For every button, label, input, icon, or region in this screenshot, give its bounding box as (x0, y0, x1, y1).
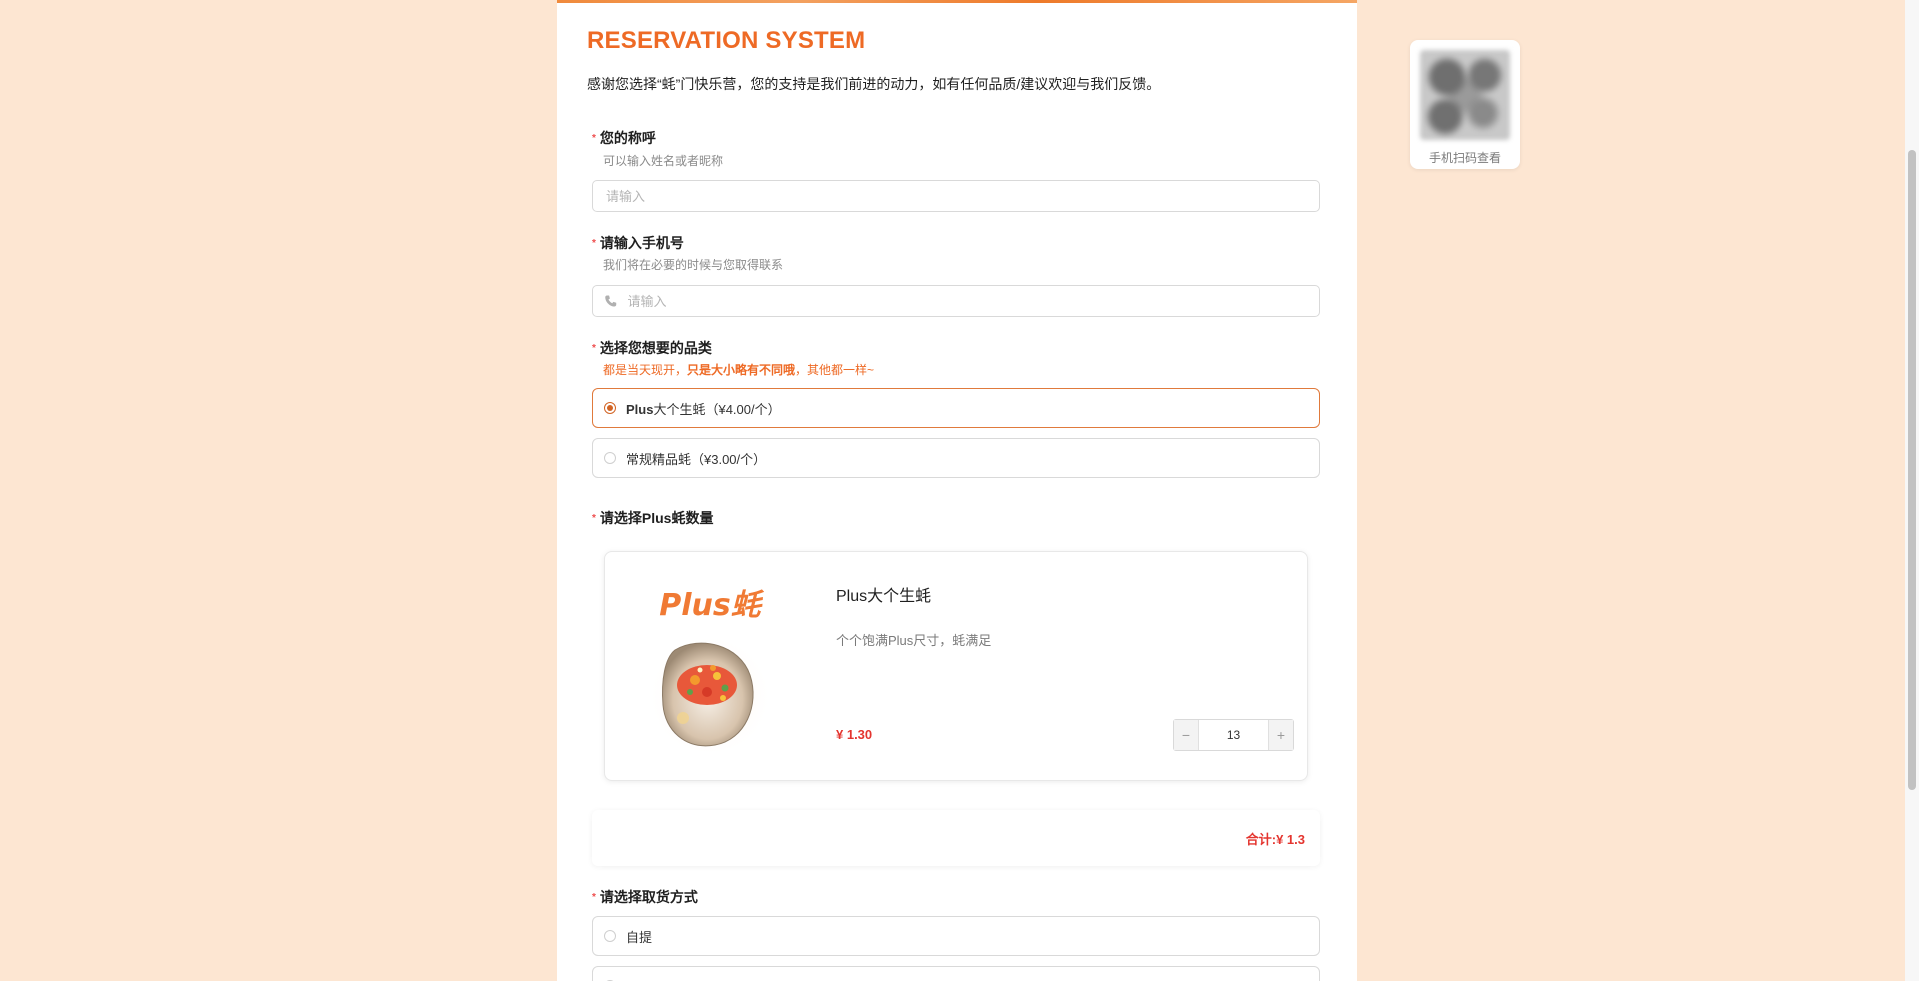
top-decorative-strip (557, 0, 1357, 3)
form-card: RESERVATION SYSTEM 感谢您选择“蚝”门快乐营，您的支持是我们前… (557, 0, 1357, 981)
option-label-rest: 大个生蚝（¥4.00/个） (653, 401, 781, 417)
page-title: RESERVATION SYSTEM (587, 27, 866, 54)
decrement-button[interactable]: − (1174, 720, 1199, 750)
required-mark: * (592, 133, 596, 144)
pickup-option-self-label: 自提 (626, 929, 653, 945)
quantity-label-text: 请选择Plus蚝数量 (599, 510, 714, 526)
product-image-logo-text: Plus蚝 (659, 588, 764, 623)
name-label-text: 您的称呼 (599, 130, 656, 146)
name-input-wrapper[interactable] (592, 180, 1320, 212)
qr-caption: 手机扫码查看 (1428, 151, 1501, 165)
category-field-label: * 选择您想要的品类 (592, 338, 712, 358)
required-mark: * (592, 513, 596, 524)
total-box: 合计:¥ 1.3 (592, 810, 1320, 866)
phone-icon (605, 295, 617, 307)
phone-label-text: 请输入手机号 (599, 235, 684, 251)
category-desc-emphasis: 只是大小略有不同哦 (687, 363, 796, 377)
phone-input-wrapper[interactable] (592, 285, 1320, 317)
pickup-option-next[interactable] (592, 966, 1320, 981)
option-label-rest: 常规精品蚝（¥3.00/个） (626, 451, 767, 467)
quantity-field-label: * 请选择Plus蚝数量 (592, 508, 713, 528)
product-card: Plus蚝 Plus大个生蚝 个个饱满Plus尺寸，蚝满足 ¥ 1.30 − 1… (604, 551, 1308, 781)
option-label-bold: Plus (626, 401, 654, 417)
scrollbar-thumb[interactable] (1908, 150, 1916, 790)
category-desc-part1: 都是当天现开， (603, 363, 688, 377)
name-field-description: 可以输入姓名或者昵称 (603, 154, 724, 168)
product-name: Plus大个生蚝 (836, 588, 932, 605)
category-desc-part3: ，其他都一样~ (795, 363, 875, 377)
radio-unchecked-icon[interactable] (604, 930, 616, 942)
qr-code-icon (1420, 50, 1510, 140)
qr-code-card: 手机扫码查看 (1410, 40, 1520, 169)
category-option-plus[interactable]: Plus大个生蚝（¥4.00/个） (592, 388, 1320, 428)
radio-checked-icon[interactable] (604, 402, 616, 414)
pickup-option-self[interactable]: 自提 (592, 916, 1320, 956)
quantity-stepper[interactable]: − 13 + (1173, 719, 1294, 751)
product-price: ¥ 1.30 (836, 727, 873, 742)
required-mark: * (592, 892, 596, 903)
page-scrollbar[interactable] (1905, 0, 1919, 981)
category-label-text: 选择您想要的品类 (599, 340, 712, 356)
category-option-plus-label: Plus大个生蚝（¥4.00/个） (626, 399, 781, 418)
phone-field-label: * 请输入手机号 (592, 233, 684, 253)
name-field-label: * 您的称呼 (592, 128, 656, 148)
product-description: 个个饱满Plus尺寸，蚝满足 (836, 633, 992, 648)
pickup-label-text: 请选择取货方式 (599, 889, 698, 905)
pickup-field-label: * 请选择取货方式 (592, 887, 698, 907)
page-subtitle: 感谢您选择“蚝”门快乐营，您的支持是我们前进的动力，如有任何品质/建议欢迎与我们… (587, 76, 1161, 92)
category-option-regular[interactable]: 常规精品蚝（¥3.00/个） (592, 438, 1320, 478)
category-option-regular-label: 常规精品蚝（¥3.00/个） (626, 449, 766, 468)
product-image: Plus蚝 (648, 588, 772, 752)
required-mark: * (592, 238, 596, 249)
phone-input[interactable] (625, 292, 1319, 310)
name-input[interactable] (604, 187, 1319, 205)
increment-button[interactable]: + (1268, 720, 1293, 750)
phone-field-description: 我们将在必要的时候与您取得联系 (603, 258, 784, 272)
required-mark: * (592, 343, 596, 354)
radio-unchecked-icon[interactable] (604, 452, 616, 464)
category-field-description: 都是当天现开，只是大小略有不同哦，其他都一样~ (603, 361, 874, 378)
total-amount: 合计:¥ 1.3 (1245, 831, 1305, 847)
quantity-value[interactable]: 13 (1199, 720, 1268, 750)
